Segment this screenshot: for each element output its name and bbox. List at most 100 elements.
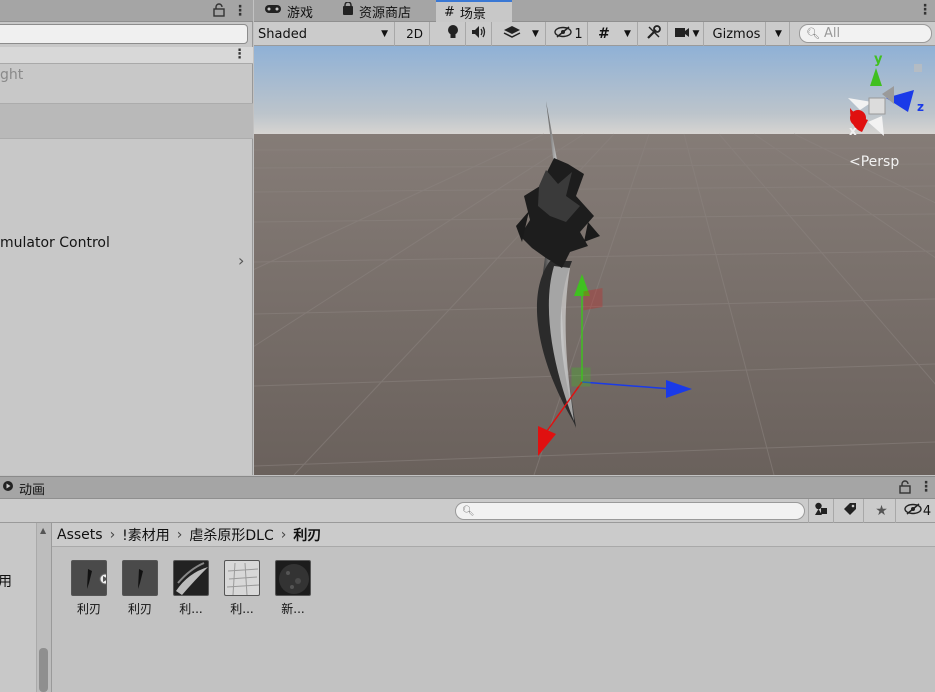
speaker-icon bbox=[471, 25, 487, 43]
tag-icon bbox=[843, 502, 857, 520]
asset-label: 利... bbox=[179, 602, 203, 616]
tab-asset-store-label: 资源商店 bbox=[359, 5, 412, 21]
scene-render bbox=[254, 46, 935, 475]
chevron-right-icon: › bbox=[280, 526, 287, 543]
eye-slash-icon bbox=[554, 26, 573, 42]
search-by-type-button[interactable] bbox=[808, 499, 834, 523]
tab-game[interactable]: 游戏 bbox=[256, 0, 321, 22]
scene-toolbar: Shaded ▼ 2D ▼ 1 # ▼ ▼ Gizmos ▼ 🔍︎ All bbox=[254, 22, 935, 46]
dropdown-arrow-icon: ▼ bbox=[624, 29, 631, 39]
asset-item[interactable]: 新... bbox=[268, 560, 318, 617]
dropdown-arrow-icon: ▼ bbox=[775, 29, 782, 39]
scene-search-input[interactable]: 🔍︎ All bbox=[799, 24, 932, 43]
asset-label: 利刃 bbox=[76, 602, 101, 616]
tab-animation[interactable]: 动画 bbox=[0, 477, 53, 499]
asset-item[interactable]: 利刃 bbox=[115, 560, 165, 617]
shading-mode-dropdown[interactable]: Shaded ▼ bbox=[254, 22, 395, 46]
asset-item[interactable]: 利... bbox=[166, 560, 216, 617]
scene-panel-menu-icon[interactable]: ⋮ bbox=[918, 2, 932, 18]
scene-tabbar: 游戏 资源商店 # 场景 ⋮ bbox=[254, 0, 935, 22]
texture-thumbnail bbox=[275, 560, 311, 596]
lock-icon[interactable] bbox=[899, 480, 911, 498]
chevron-right-icon[interactable]: › bbox=[238, 251, 244, 270]
effects-dropdown[interactable]: ▼ bbox=[526, 22, 546, 46]
project-panel-menu-icon[interactable]: ⋮ bbox=[919, 479, 933, 495]
project-visibility-toggle[interactable]: 4 bbox=[900, 499, 935, 523]
layers-icon bbox=[503, 25, 521, 43]
scene-search-placeholder: All bbox=[823, 26, 841, 41]
asset-item[interactable]: 利... bbox=[217, 560, 267, 617]
search-icon: 🔍︎ bbox=[462, 505, 475, 517]
dropdown-arrow-icon: ▼ bbox=[381, 29, 388, 39]
breadcrumb-folder[interactable]: !素材用 bbox=[122, 525, 170, 545]
asset-label: 新... bbox=[281, 602, 305, 616]
mode-2d-toggle[interactable]: 2D bbox=[400, 22, 430, 46]
left-search-input[interactable] bbox=[0, 24, 248, 44]
search-by-label-button[interactable] bbox=[836, 499, 864, 523]
axis-x-label: x bbox=[849, 124, 857, 138]
left-panel-tabbar: ⋮ bbox=[0, 0, 253, 22]
tab-scene[interactable]: # 场景 bbox=[436, 0, 512, 22]
hidden-count: 1 bbox=[574, 26, 583, 42]
tab-scene-label: 场景 bbox=[459, 6, 486, 22]
grid-toggle[interactable]: # bbox=[590, 22, 618, 46]
gizmos-label: Gizmos bbox=[712, 26, 761, 42]
breadcrumb-current[interactable]: 利刃 bbox=[293, 525, 321, 545]
breadcrumb-assets[interactable]: Assets bbox=[57, 527, 103, 543]
gamepad-icon bbox=[264, 3, 282, 19]
shading-mode-value: Shaded bbox=[258, 26, 307, 42]
search-icon: 🔍︎ bbox=[806, 27, 820, 40]
camera-icon bbox=[674, 27, 690, 42]
lightbulb-icon bbox=[447, 24, 459, 44]
tab-animation-label: 动画 bbox=[19, 482, 46, 498]
tree-scroll-thumb[interactable] bbox=[39, 648, 48, 692]
store-bag-icon bbox=[342, 1, 354, 20]
asset-label: 利... bbox=[230, 602, 254, 616]
effects-toggle[interactable] bbox=[498, 22, 526, 46]
eye-slash-icon bbox=[904, 503, 922, 519]
axis-y-label: y bbox=[874, 52, 883, 67]
panel-menu-icon[interactable]: ⋮ bbox=[233, 3, 247, 19]
subbar-menu-icon[interactable]: ⋮ bbox=[233, 47, 246, 62]
mode-2d-label: 2D bbox=[406, 27, 423, 41]
audio-toggle[interactable] bbox=[466, 22, 492, 46]
project-tabbar: 动画 ⋮ bbox=[0, 476, 935, 499]
left-partial-label: ght bbox=[0, 67, 24, 83]
scene-visibility-toggle[interactable]: 1 bbox=[550, 22, 588, 46]
gizmos-button[interactable]: Gizmos bbox=[708, 22, 766, 46]
tree-partial-label[interactable]: 用 bbox=[0, 571, 12, 591]
animation-icon bbox=[2, 480, 14, 496]
texture-thumbnail bbox=[173, 560, 209, 596]
project-toolbar: 🔍︎ ★ 4 bbox=[0, 499, 935, 523]
grid-dropdown[interactable]: ▼ bbox=[618, 22, 638, 46]
star-icon: ★ bbox=[875, 503, 888, 519]
lock-icon[interactable] bbox=[213, 3, 225, 17]
breadcrumb: Assets › !素材用 › 虐杀原形DLC › 利刃 bbox=[52, 523, 935, 547]
camera-settings-dropdown[interactable]: ▼ bbox=[670, 22, 704, 46]
grid-snap-icon: # bbox=[598, 26, 610, 42]
lighting-toggle[interactable] bbox=[440, 22, 466, 46]
scene-viewport[interactable]: y z x <Persp bbox=[254, 46, 935, 475]
asset-item[interactable]: 利刃 bbox=[64, 560, 114, 617]
type-filter-icon bbox=[814, 502, 828, 520]
left-selected-row[interactable] bbox=[0, 103, 253, 139]
tools-toggle[interactable] bbox=[640, 22, 668, 46]
gizmos-dropdown[interactable]: ▼ bbox=[768, 22, 790, 46]
scroll-up-arrow-icon[interactable]: ▲ bbox=[40, 526, 46, 535]
projection-mode-label[interactable]: <Persp bbox=[849, 154, 899, 170]
tree-scrollbar[interactable]: ▲ bbox=[36, 523, 51, 692]
favorites-button[interactable]: ★ bbox=[868, 499, 896, 523]
wrench-icon bbox=[646, 24, 662, 44]
project-hidden-count: 4 bbox=[922, 503, 932, 519]
prefab-thumbnail bbox=[122, 560, 158, 596]
chevron-right-icon: › bbox=[176, 526, 183, 543]
axis-z-label: z bbox=[917, 100, 924, 114]
tab-asset-store[interactable]: 资源商店 bbox=[334, 0, 419, 22]
project-search-input[interactable]: 🔍︎ bbox=[455, 502, 805, 520]
breadcrumb-folder[interactable]: 虐杀原形DLC bbox=[189, 525, 273, 545]
dropdown-arrow-icon: ▼ bbox=[532, 29, 539, 39]
asset-label: 利刃 bbox=[127, 602, 152, 616]
grid-hash-icon: # bbox=[444, 4, 455, 20]
emulator-control-label[interactable]: mulator Control bbox=[0, 235, 110, 251]
asset-grid: 利刃 利刃 利... 利... 新... bbox=[52, 547, 935, 692]
